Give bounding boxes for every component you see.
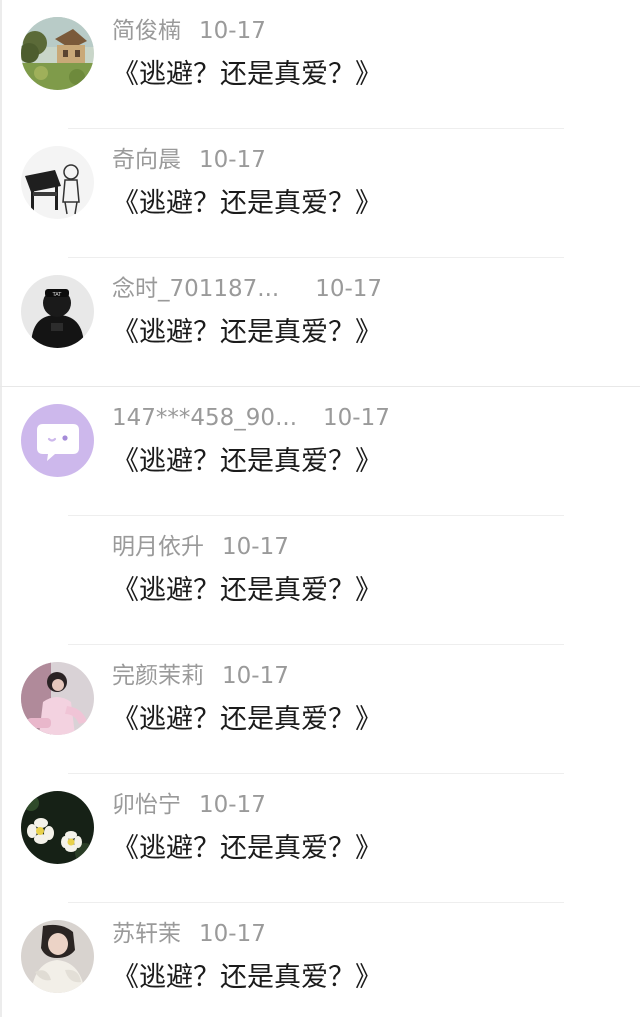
- comment-meta: 完颜茉莉 10-17: [112, 659, 289, 693]
- hooded-figure-avatar[interactable]: TAT: [21, 275, 94, 348]
- comment-username[interactable]: 简俊楠: [112, 14, 181, 48]
- comment-text: 《逃避？还是真爱？》: [112, 446, 382, 477]
- comment-username[interactable]: 147***458_90...: [112, 401, 297, 435]
- comment-meta: 147***458_90... 10-17: [112, 401, 390, 435]
- comment-text: 《逃避？还是真爱？》: [112, 59, 382, 90]
- girl-knit-avatar[interactable]: [21, 920, 94, 993]
- comment-item[interactable]: 卯怡宁 10-17 《逃避？还是真爱？》: [0, 774, 640, 903]
- comment-text: 《逃避？还是真爱？》: [112, 833, 382, 864]
- white-flowers-icon: [21, 791, 94, 864]
- comment-item[interactable]: 简俊楠 10-17 《逃避？还是真爱？》: [0, 0, 640, 129]
- comment-meta: 明月依升 10-17: [112, 530, 289, 564]
- blank-avatar[interactable]: [21, 533, 94, 606]
- comment-list: 简俊楠 10-17 《逃避？还是真爱？》 奇向晨 10-17 《逃避？还是真爱？》: [0, 0, 640, 1017]
- comment-text: 《逃避？还是真爱？》: [112, 962, 382, 993]
- comment-timestamp: 10-17: [323, 405, 390, 431]
- comment-timestamp: 10-17: [315, 276, 383, 302]
- white-flowers-avatar[interactable]: [21, 791, 94, 864]
- comment-text: 《逃避？还是真爱？》: [112, 575, 382, 606]
- comment-text: 《逃避？还是真爱？》: [112, 704, 382, 735]
- comment-meta: 念时_701187... 10-17: [112, 272, 382, 306]
- comment-item[interactable]: 完颜茉莉 10-17 《逃避？还是真爱？》: [0, 645, 640, 774]
- piano-sketch-avatar[interactable]: [21, 146, 94, 219]
- cottage-painting-avatar[interactable]: [21, 17, 94, 90]
- comment-username[interactable]: 完颜茉莉: [112, 659, 204, 693]
- comment-timestamp: 10-17: [199, 147, 266, 173]
- chat-bubble-icon: [21, 404, 94, 477]
- comment-text: 《逃避？还是真爱？》: [112, 188, 382, 219]
- comment-username[interactable]: 念时_701187...: [112, 272, 279, 306]
- girl-knit-icon: [21, 920, 94, 993]
- piano-sketch-icon: [21, 146, 94, 219]
- comment-item[interactable]: 苏轩茉 10-17 《逃避？还是真爱？》: [0, 903, 640, 1032]
- comment-timestamp: 10-17: [222, 663, 289, 689]
- hooded-figure-icon: TAT: [21, 275, 94, 348]
- chat-bubble-default-avatar[interactable]: [21, 404, 94, 477]
- comment-timestamp: 10-17: [199, 792, 266, 818]
- comment-username[interactable]: 奇向晨: [112, 143, 181, 177]
- comment-username[interactable]: 卯怡宁: [112, 788, 181, 822]
- comment-meta: 奇向晨 10-17: [112, 143, 266, 177]
- comment-username[interactable]: 明月依升: [112, 530, 204, 564]
- comment-username[interactable]: 苏轩茉: [112, 917, 181, 951]
- comment-meta: 简俊楠 10-17: [112, 14, 266, 48]
- girl-photo-icon: [21, 662, 94, 735]
- cottage-painting-icon: [21, 17, 94, 90]
- girl-photo-avatar[interactable]: [21, 662, 94, 735]
- comment-timestamp: 10-17: [199, 18, 266, 44]
- svg-text:TAT: TAT: [52, 292, 63, 298]
- comment-meta: 苏轩茉 10-17: [112, 917, 266, 951]
- comment-item[interactable]: TAT 念时_701187... 10-17 《逃避？还是真爱？》: [0, 258, 640, 387]
- comment-timestamp: 10-17: [222, 534, 289, 560]
- comment-text: 《逃避？还是真爱？》: [112, 317, 382, 348]
- comment-item[interactable]: 奇向晨 10-17 《逃避？还是真爱？》: [0, 129, 640, 258]
- comment-item[interactable]: 明月依升 10-17 《逃避？还是真爱？》: [0, 516, 640, 645]
- comment-item[interactable]: 147***458_90... 10-17 《逃避？还是真爱？》: [0, 387, 640, 516]
- comment-timestamp: 10-17: [199, 921, 266, 947]
- comment-meta: 卯怡宁 10-17: [112, 788, 266, 822]
